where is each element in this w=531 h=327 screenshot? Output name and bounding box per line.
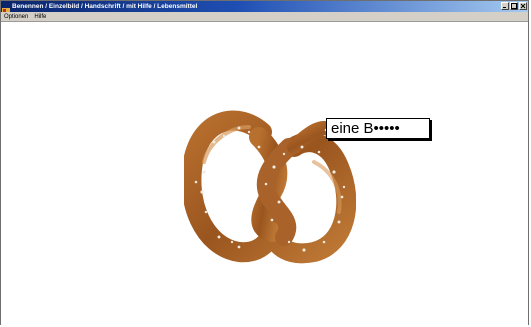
- answer-input[interactable]: eine B•••••: [326, 118, 430, 139]
- app-window: Benennen / Einzelbild / Handschrift / mi…: [0, 0, 529, 326]
- content-area: eine B•••••: [1, 22, 528, 326]
- minimize-button[interactable]: [501, 2, 509, 10]
- app-icon[interactable]: [2, 3, 10, 16]
- title-bar[interactable]: Benennen / Einzelbild / Handschrift / mi…: [1, 1, 528, 16]
- menu-optionen[interactable]: Optionen: [4, 12, 28, 22]
- close-button[interactable]: [519, 2, 527, 10]
- window-controls: [501, 2, 527, 10]
- menu-hilfe[interactable]: Hilfe: [34, 12, 46, 22]
- maximize-button[interactable]: [510, 2, 518, 10]
- menu-bar: Optionen Hilfe: [1, 12, 528, 22]
- window-title: Benennen / Einzelbild / Handschrift / mi…: [12, 3, 198, 10]
